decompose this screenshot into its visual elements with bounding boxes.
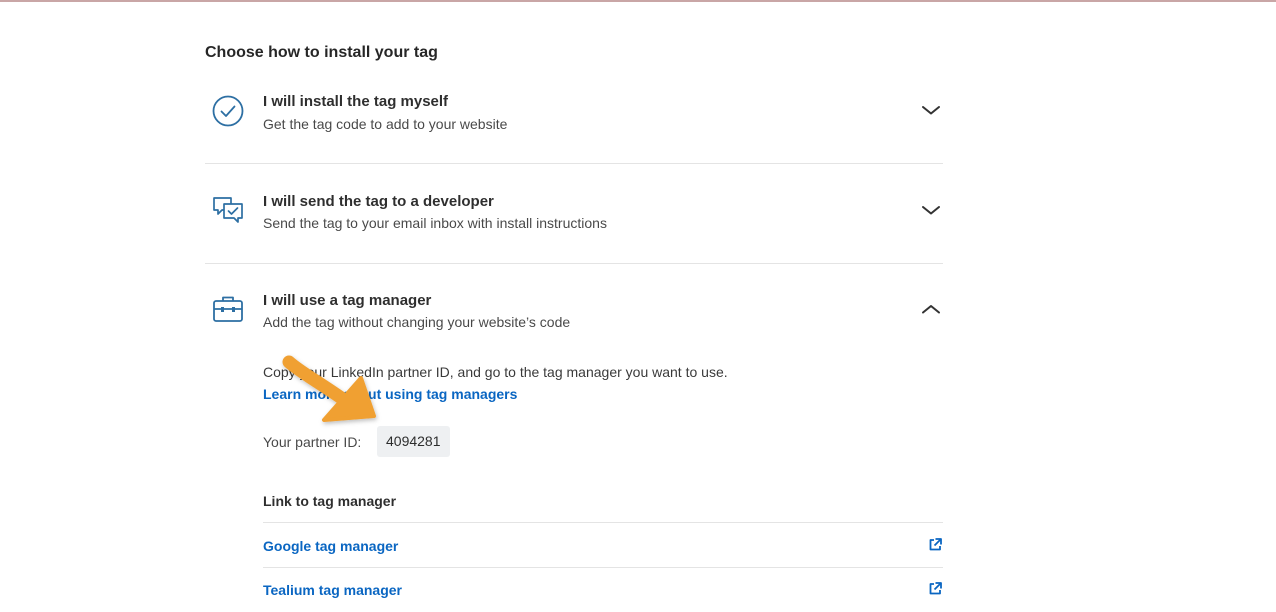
- annotation-arrow-icon: [282, 355, 376, 422]
